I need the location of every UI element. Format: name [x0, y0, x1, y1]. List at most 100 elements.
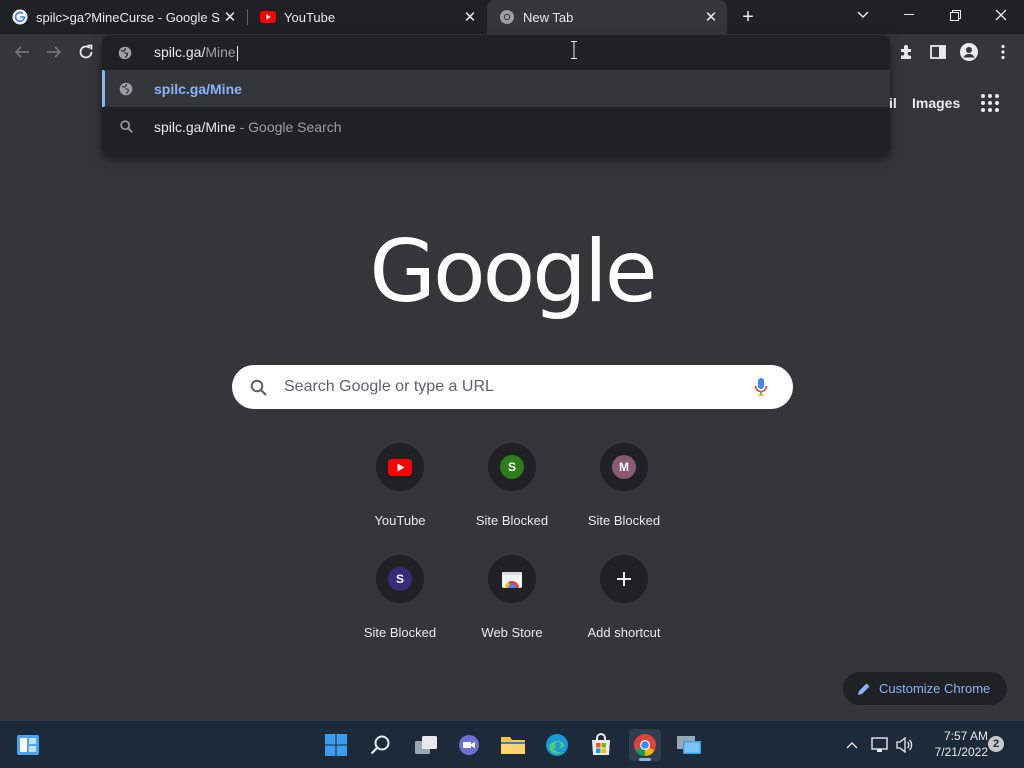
chat-button[interactable] — [453, 729, 485, 761]
widgets-icon — [17, 735, 39, 755]
shortcut-youtube[interactable]: YouTube — [344, 443, 456, 555]
chevron-down-icon — [857, 11, 869, 18]
shortcut-tile: S — [488, 443, 536, 491]
microphone-icon[interactable] — [751, 377, 771, 397]
edge-button[interactable] — [541, 729, 573, 761]
tab-strip: spilc>ga?MineCurse - Google Se ✕ YouTube… — [0, 0, 1024, 34]
text-caret — [236, 45, 238, 61]
suggestion-label: spilc.ga/Mine — [154, 80, 242, 97]
add-shortcut-button[interactable]: Add shortcut — [568, 555, 680, 667]
typed-text: spilc.ga/ — [154, 44, 206, 61]
shortcut-letter-icon: S — [388, 567, 412, 591]
omnibox-dropdown: spilc.ga/Mine spilc.ga/Mine spilc.ga/Min… — [102, 35, 890, 155]
text-cursor-icon — [571, 41, 577, 59]
suggestion-search[interactable]: spilc.ga/Mine - Google Search — [102, 108, 890, 145]
close-window-button[interactable] — [978, 0, 1024, 30]
person-icon — [960, 43, 978, 61]
youtube-icon — [388, 458, 412, 476]
shortcut-label: Site Blocked — [363, 625, 437, 640]
shortcut-tile — [488, 555, 536, 603]
menu-kebab-icon[interactable] — [993, 42, 1013, 62]
suggestion-suffix: - Google Search — [235, 118, 342, 135]
reload-icon — [79, 44, 93, 59]
web-store-icon — [502, 572, 522, 588]
tab-title: YouTube — [284, 9, 336, 25]
profile-avatar[interactable] — [959, 42, 979, 62]
google-g-icon — [12, 9, 28, 25]
globe-icon — [118, 82, 134, 96]
remote-desktop-button[interactable] — [673, 729, 705, 761]
suggestion-url[interactable]: spilc.ga/Mine — [102, 70, 890, 107]
forward-button[interactable] — [40, 38, 68, 66]
shortcut-letter-icon: S — [500, 455, 524, 479]
notification-badge[interactable]: 2 — [988, 736, 1004, 752]
close-icon[interactable]: ✕ — [220, 7, 240, 27]
search-taskbar-button[interactable] — [365, 729, 397, 761]
arrow-left-icon — [14, 46, 29, 58]
microsoft-store-button[interactable] — [585, 729, 617, 761]
close-icon — [995, 9, 1007, 21]
suggestion-label: spilc.ga/Mine — [154, 118, 236, 135]
tab-new-tab[interactable]: New Tab ✕ — [487, 0, 727, 34]
file-explorer-button[interactable] — [497, 729, 529, 761]
close-icon[interactable]: ✕ — [701, 7, 721, 27]
address-bar[interactable]: spilc.ga/Mine — [102, 35, 890, 70]
plus-icon — [617, 572, 631, 586]
shortcut-label: YouTube — [374, 513, 426, 528]
chrome-taskbar-button[interactable] — [629, 729, 661, 761]
side-panel-icon[interactable] — [928, 42, 948, 62]
shortcut-label: Add shortcut — [587, 625, 661, 640]
shortcut-label: Site Blocked — [475, 513, 549, 528]
shortcut-label: Site Blocked — [587, 513, 661, 528]
shortcut-label: Web Store — [481, 625, 543, 640]
tab-title: New Tab — [523, 9, 574, 25]
globe-icon — [118, 46, 134, 60]
show-hidden-icons-button[interactable] — [844, 735, 860, 755]
chrome-icon — [634, 734, 656, 756]
shortcut-tile: S — [376, 555, 424, 603]
search-box[interactable]: Search Google or type a URL — [232, 365, 793, 409]
network-icon[interactable] — [870, 735, 890, 755]
youtube-icon — [260, 9, 276, 25]
shortcut-letter-icon: M — [612, 455, 636, 479]
restore-button[interactable] — [932, 0, 978, 30]
tab-search-button[interactable] — [840, 0, 886, 30]
clock-time: 7:57 AM — [943, 729, 988, 743]
start-button[interactable] — [320, 729, 352, 761]
clock[interactable]: 7:57 AM 7/21/2022 — [918, 728, 988, 760]
images-link[interactable]: Images — [912, 95, 960, 111]
remote-desktop-icon — [677, 736, 701, 754]
shortcut-site-blocked-2[interactable]: M Site Blocked — [568, 443, 680, 555]
folder-icon — [501, 737, 525, 754]
widgets-button[interactable] — [12, 729, 44, 761]
tab-title: spilc>ga?MineCurse - Google Se — [36, 9, 220, 25]
minimize-button[interactable] — [886, 0, 932, 30]
close-icon[interactable]: ✕ — [460, 7, 480, 27]
task-view-icon — [415, 736, 437, 754]
search-icon — [370, 735, 390, 755]
pencil-icon — [857, 682, 871, 696]
reload-button[interactable] — [72, 38, 100, 66]
chevron-up-icon — [846, 742, 858, 749]
arrow-right-icon — [47, 46, 62, 58]
clock-date: 7/21/2022 — [934, 745, 988, 759]
gmail-link[interactable]: il — [889, 95, 897, 111]
restore-icon — [949, 9, 961, 21]
google-logo: Google — [369, 222, 657, 322]
new-tab-button[interactable]: + — [736, 5, 760, 29]
edge-icon — [546, 734, 568, 756]
back-button[interactable] — [8, 38, 36, 66]
tab-youtube[interactable]: YouTube ✕ — [248, 0, 486, 34]
apps-grid-icon[interactable] — [980, 93, 1000, 113]
extensions-icon[interactable] — [896, 42, 916, 62]
shortcut-site-blocked-3[interactable]: S Site Blocked — [344, 555, 456, 667]
customize-chrome-button[interactable]: Customize Chrome — [843, 672, 1007, 705]
shortcut-tile: M — [600, 443, 648, 491]
autocomplete-text: Mine — [205, 44, 236, 61]
shortcut-site-blocked-1[interactable]: S Site Blocked — [456, 443, 568, 555]
tab-google-search[interactable]: spilc>ga?MineCurse - Google Se ✕ — [0, 0, 246, 34]
volume-icon[interactable] — [895, 735, 915, 755]
search-placeholder: Search Google or type a URL — [284, 378, 494, 395]
shortcut-web-store[interactable]: Web Store — [456, 555, 568, 667]
task-view-button[interactable] — [410, 729, 442, 761]
